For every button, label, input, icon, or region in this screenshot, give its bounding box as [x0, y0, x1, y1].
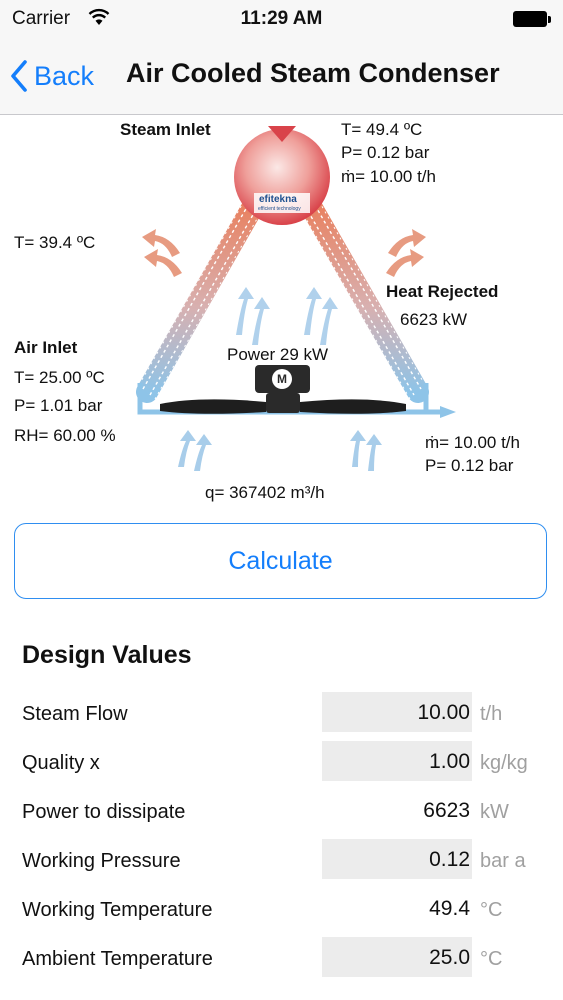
working-pressure-value: 0.12	[429, 848, 470, 871]
design-row-label: Steam Flow	[22, 703, 128, 725]
working-temperature-value: 49.4	[429, 897, 470, 920]
inlet-air-arrows-right	[350, 430, 382, 471]
design-row-label: Working Pressure	[22, 850, 181, 872]
calculate-button[interactable]: Calculate	[14, 523, 547, 599]
power-readout: 6623	[322, 790, 472, 830]
chevron-left-icon	[10, 59, 28, 93]
design-row-unit: t/h	[480, 703, 503, 725]
design-row-label: Power to dissipate	[22, 801, 186, 823]
ambient-temperature-input[interactable]: 25.0	[322, 937, 472, 977]
heat-rejected-value: 6623 kW	[400, 310, 468, 329]
power-value: 6623	[423, 799, 470, 822]
quality-value: 1.00	[429, 750, 470, 773]
steam-flow-value: 10.00	[417, 701, 470, 724]
back-label: Back	[34, 60, 95, 91]
air-flow-rate: q= 367402 m³/h	[205, 483, 325, 502]
design-row-label: Ambient Temperature	[22, 948, 213, 970]
hot-air-temperature: T= 39.4 ºC	[14, 233, 96, 252]
steam-pressure: P= 0.12 bar	[341, 143, 430, 162]
fan-icon	[160, 393, 406, 414]
design-row-unit: bar a	[480, 850, 526, 872]
fan-power: Power 29 kW	[227, 345, 329, 364]
design-row-unit: kW	[480, 801, 509, 823]
inner-air-arrows-right	[304, 287, 338, 345]
page-title: Air Cooled Steam Condenser	[126, 58, 500, 88]
condensate-outlet-arrow	[440, 406, 456, 418]
hot-air-arrows-left	[142, 229, 182, 277]
steam-flow-input[interactable]: 10.00	[322, 692, 472, 732]
design-row-ambient-temperature: Ambient Temperature 25.0 °C	[0, 937, 563, 979]
inlet-air-arrows-left	[178, 430, 212, 471]
air-inlet-pressure: P= 1.01 bar	[14, 396, 103, 415]
working-temperature-readout: 49.4	[322, 888, 472, 928]
design-row-unit: °C	[480, 899, 503, 921]
working-pressure-input[interactable]: 0.12	[322, 839, 472, 879]
battery-icon	[513, 11, 551, 27]
steam-temperature: T= 49.4 ºC	[341, 120, 423, 139]
calculate-label: Calculate	[228, 546, 333, 575]
design-row-unit: °C	[480, 948, 503, 970]
air-inlet-temperature: T= 25.00 ºC	[14, 368, 105, 387]
design-row-steam-flow: Steam Flow 10.00 t/h	[0, 692, 563, 734]
design-row-unit: kg/kg	[480, 752, 528, 774]
logo-tagline: efficient technology	[258, 206, 301, 212]
clock: 11:29 AM	[240, 8, 323, 29]
back-button[interactable]: Back	[10, 54, 94, 98]
design-row-label: Working Temperature	[22, 899, 213, 921]
logo-name: efitekna	[259, 194, 297, 205]
motor-letter: M	[277, 372, 287, 386]
design-row-quality: Quality x 1.00 kg/kg	[0, 741, 563, 783]
condensate-flow: ṁ= 10.00 t/h	[425, 433, 520, 452]
inner-air-arrows-left	[236, 287, 270, 345]
design-row-power: Power to dissipate 6623 kW	[0, 790, 563, 832]
heat-rejected-title: Heat Rejected	[386, 282, 499, 301]
air-inlet-humidity: RH= 60.00 %	[14, 426, 116, 445]
design-row-label: Quality x	[22, 752, 100, 774]
status-bar: Carrier 11:29 AM	[0, 0, 563, 38]
hot-air-arrows-right	[386, 229, 426, 277]
design-row-working-temperature: Working Temperature 49.4 °C	[0, 888, 563, 930]
steam-flow: ṁ= 10.00 t/h	[341, 167, 436, 186]
quality-input[interactable]: 1.00	[322, 741, 472, 781]
design-row-working-pressure: Working Pressure 0.12 bar a	[0, 839, 563, 881]
steam-inlet-title: Steam Inlet	[120, 120, 211, 139]
navigation-bar: Back Air Cooled Steam Condenser	[0, 38, 563, 115]
condensate-pressure: P= 0.12 bar	[425, 456, 514, 475]
condenser-graphic	[136, 126, 456, 471]
condenser-diagram: efitekna efficient technology M Steam In…	[0, 115, 563, 515]
motor-icon: M	[255, 365, 310, 393]
ambient-temperature-value: 25.0	[429, 946, 470, 969]
design-values-title: Design Values	[22, 641, 192, 669]
air-inlet-title: Air Inlet	[14, 338, 78, 357]
